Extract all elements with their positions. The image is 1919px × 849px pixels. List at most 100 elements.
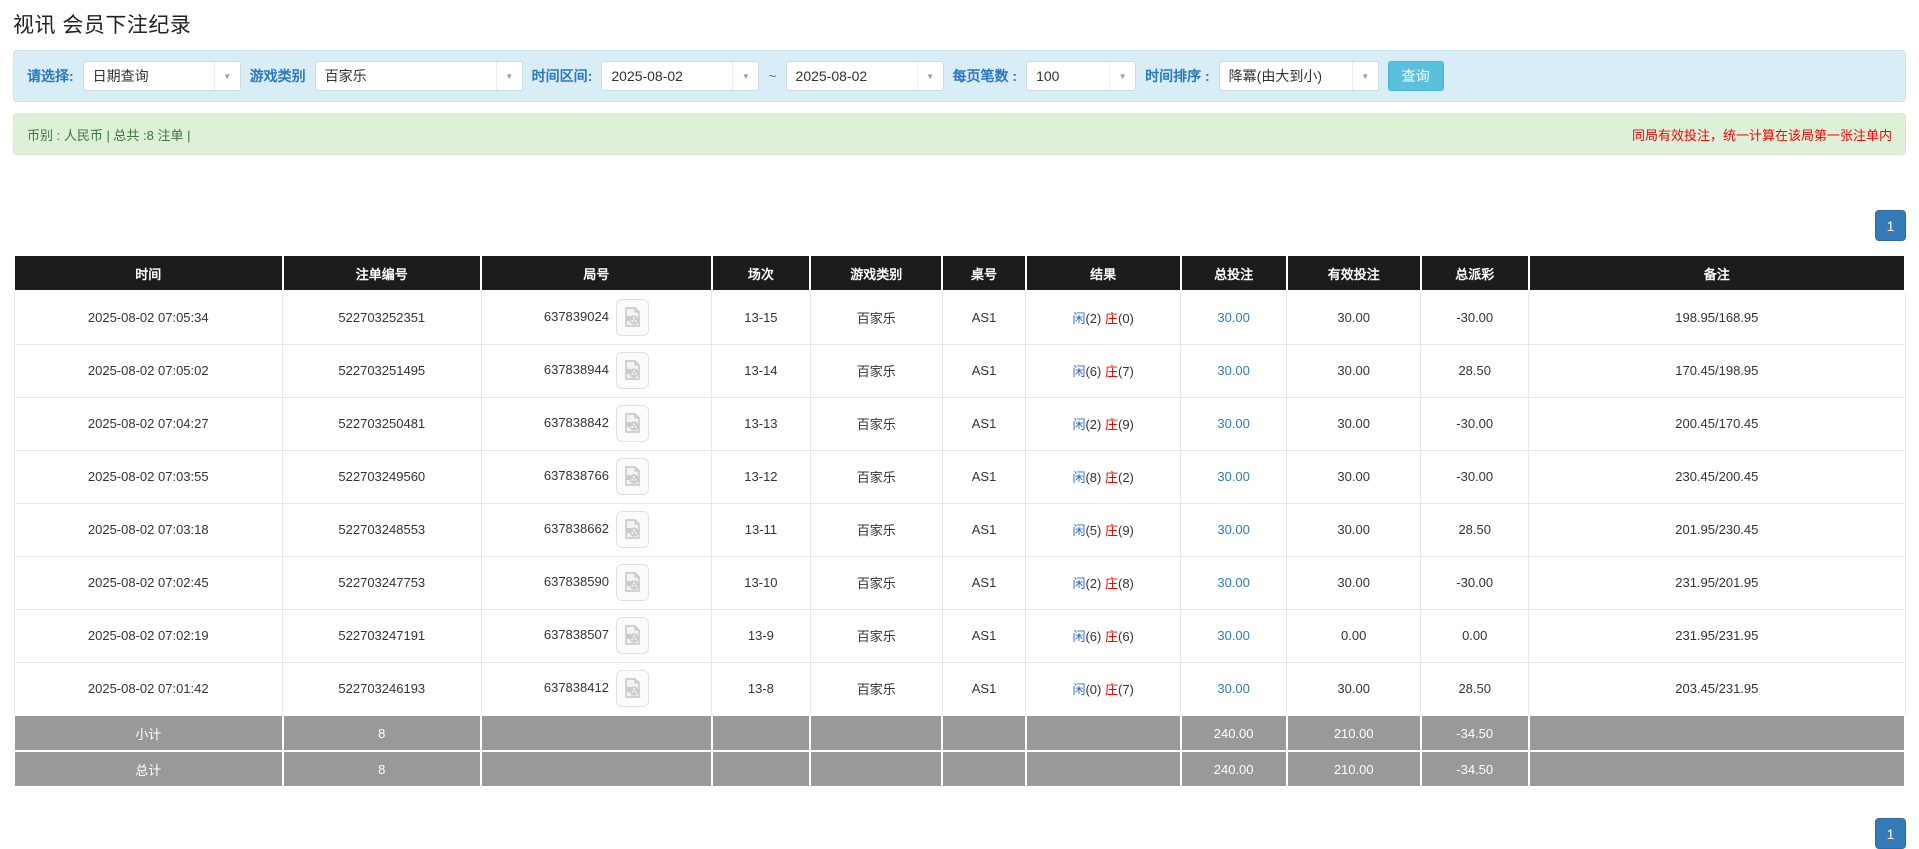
video-replay-button[interactable]: [615, 458, 649, 495]
subtotal-valid-bet: 210.00: [1285, 714, 1422, 752]
cell-payout: 28.50: [1420, 343, 1530, 398]
chevron-down-icon[interactable]: ▼: [732, 62, 758, 90]
cell-time: 2025-08-02 07:04:27: [13, 396, 284, 451]
cell-remark: 170.45/198.95: [1528, 343, 1906, 398]
video-replay-button[interactable]: [615, 617, 649, 654]
search-button[interactable]: 查询: [1387, 61, 1444, 91]
pagination-bottom: 1: [13, 818, 1906, 849]
table-row: 2025-08-02 07:02:45 522703247753 637838590…: [13, 555, 1906, 610]
video-replay-button[interactable]: [615, 564, 649, 601]
total-bet-link[interactable]: 30.00: [1217, 681, 1250, 696]
cell-time: 2025-08-02 07:05:34: [13, 290, 284, 345]
cell-total-bet: 30.00: [1180, 290, 1288, 345]
video-replay-icon: [625, 519, 641, 539]
video-replay-icon: [625, 360, 641, 380]
result-player-label: 闲: [1072, 576, 1086, 591]
result-player-score: (6): [1085, 629, 1102, 644]
query-type-dropdown[interactable]: 日期查询 ▼: [82, 61, 241, 91]
filter-bar: 请选择: 日期查询 ▼ 游戏类别 百家乐 ▼ 时间区间: 2025-08-02 …: [13, 50, 1906, 102]
currency-total-text: 币别 : 人民币 | 总共 :8 注单 |: [27, 127, 191, 143]
round-id-text: 637838766: [543, 467, 609, 483]
round-id-text: 637838412: [543, 679, 609, 695]
cell-session: 13-9: [711, 608, 811, 663]
cell-valid-bet: 30.00: [1286, 661, 1422, 716]
video-replay-button[interactable]: [615, 352, 649, 389]
result-player-score: (0): [1085, 681, 1102, 697]
chevron-down-icon[interactable]: ▼: [916, 62, 943, 90]
table-row: 2025-08-02 07:03:55 522703249560 637838766…: [13, 449, 1906, 504]
page-1-button[interactable]: 1: [1875, 210, 1906, 241]
cell-round-id: 637838662: [480, 502, 713, 557]
date-to-picker[interactable]: 2025-08-02 ▼: [785, 61, 944, 91]
round-id-text: 637838662: [543, 520, 609, 536]
cell-result: 闲(6) 庄(7): [1025, 343, 1182, 398]
result-banker-score: (7): [1117, 681, 1134, 697]
date-from-picker[interactable]: 2025-08-02 ▼: [601, 61, 760, 91]
video-replay-button[interactable]: [615, 405, 649, 442]
round-id-text: 637838842: [543, 414, 609, 430]
result-banker-score: (9): [1117, 417, 1134, 432]
video-replay-icon: [625, 413, 641, 433]
total-bet-link[interactable]: 30.00: [1217, 363, 1250, 378]
cell-bet-id: 522703252351: [282, 290, 482, 345]
cell-payout: 28.50: [1420, 502, 1530, 557]
result-banker-label: 庄: [1104, 311, 1118, 327]
page-1-button[interactable]: 1: [1875, 818, 1906, 849]
cell-remark: 200.45/170.45: [1528, 396, 1906, 451]
cell-bet-id: 522703249560: [282, 449, 482, 504]
total-bet-link[interactable]: 30.00: [1217, 575, 1250, 590]
chevron-down-icon[interactable]: ▼: [1351, 62, 1378, 90]
range-tilde: ~: [768, 68, 777, 84]
cell-total-bet: 30.00: [1180, 396, 1288, 451]
subtotal-count: 8: [281, 714, 483, 752]
column-header: 总投注: [1179, 254, 1288, 292]
video-replay-button[interactable]: [615, 299, 649, 337]
total-bet-link[interactable]: 30.00: [1217, 628, 1250, 643]
result-banker-label: 庄: [1104, 681, 1118, 697]
cell-remark: 198.95/168.95: [1528, 290, 1906, 345]
cell-payout: -30.00: [1420, 555, 1530, 610]
table-body: 2025-08-02 07:05:34 522703252351 637839024…: [13, 290, 1907, 788]
cell-total-bet: 30.00: [1180, 661, 1288, 716]
cell-bet-id: 522703247191: [282, 608, 482, 663]
cell-session: 13-11: [711, 502, 811, 557]
date-from-value: 2025-08-02: [611, 68, 683, 84]
cell-payout: -30.00: [1420, 449, 1530, 504]
cell-round-id: 637838590: [480, 555, 713, 610]
cell-valid-bet: 30.00: [1286, 396, 1422, 451]
video-replay-button[interactable]: [615, 511, 649, 548]
cell-valid-bet: 30.00: [1286, 343, 1422, 398]
result-banker-label: 庄: [1104, 364, 1118, 379]
cell-remark: 230.45/200.45: [1528, 449, 1906, 504]
result-player-score: (2): [1085, 417, 1102, 432]
cell-payout: -30.00: [1420, 290, 1530, 345]
per-page-dropdown[interactable]: 100 ▼: [1026, 61, 1137, 91]
video-replay-button[interactable]: [615, 669, 649, 707]
total-bet-link[interactable]: 30.00: [1217, 416, 1250, 431]
result-banker-score: (8): [1117, 576, 1134, 591]
total-bet-link[interactable]: 30.00: [1217, 469, 1250, 484]
result-player-score: (8): [1085, 470, 1102, 485]
cell-total-bet: 30.00: [1180, 555, 1288, 610]
column-header: 总派彩: [1419, 254, 1530, 292]
cell-session: 13-10: [711, 555, 811, 610]
cell-result: 闲(2) 庄(0): [1025, 290, 1182, 345]
total-bet-link[interactable]: 30.00: [1217, 522, 1250, 537]
cell-total-bet: 30.00: [1180, 343, 1288, 398]
subtotal-label: 小计: [13, 714, 284, 752]
chevron-down-icon[interactable]: ▼: [1109, 62, 1135, 90]
result-player-score: (6): [1085, 364, 1102, 379]
cell-session: 13-8: [711, 661, 811, 716]
cell-session: 13-12: [711, 449, 811, 504]
time-sort-value: 降冪(由大到小): [1228, 68, 1322, 84]
cell-valid-bet: 30.00: [1286, 502, 1422, 557]
chevron-down-icon[interactable]: ▼: [495, 62, 522, 90]
total-bet-link[interactable]: 30.00: [1217, 310, 1250, 325]
cell-valid-bet: 30.00: [1286, 555, 1422, 610]
result-player-label: 闲: [1072, 417, 1086, 432]
result-banker-label: 庄: [1104, 576, 1118, 591]
game-category-dropdown[interactable]: 百家乐 ▼: [314, 61, 523, 91]
chevron-down-icon[interactable]: ▼: [213, 62, 240, 90]
time-sort-dropdown[interactable]: 降冪(由大到小) ▼: [1218, 61, 1379, 91]
total-label: 总计: [13, 750, 284, 788]
